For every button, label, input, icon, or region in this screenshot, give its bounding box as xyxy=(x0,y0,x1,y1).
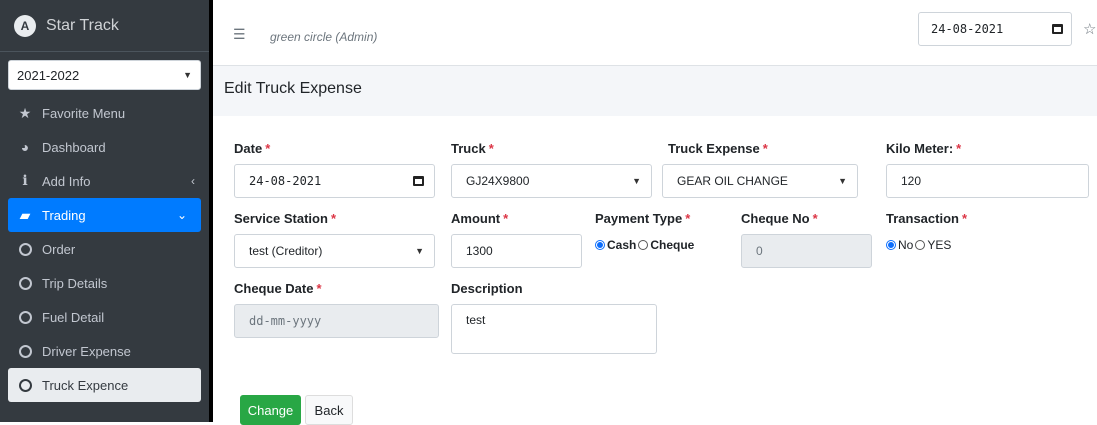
chevron-down-icon: ▼ xyxy=(632,176,641,186)
date-field[interactable]: 24-08-2021 xyxy=(234,164,435,198)
content-header: Edit Truck Expense xyxy=(213,66,1097,116)
sidebar: A Star Track 2021-2022 ▼ ★ Favorite Menu… xyxy=(0,0,213,422)
brand-title: Star Track xyxy=(46,16,119,34)
menu-icon[interactable]: ☰ xyxy=(233,26,246,43)
circle-icon xyxy=(16,310,34,324)
sidebar-item-dashboard[interactable]: ◕ Dashboard xyxy=(0,130,209,164)
financial-year-value: 2021-2022 xyxy=(17,67,80,83)
dashboard-icon: ◕ xyxy=(20,139,30,155)
back-button[interactable]: Back xyxy=(305,395,353,425)
chevron-down-icon: ▼ xyxy=(183,70,192,80)
truck-value: GJ24X9800 xyxy=(466,174,530,188)
cheque-date-placeholder: dd-mm-yyyy xyxy=(249,314,322,328)
truck-expense-value: GEAR OIL CHANGE xyxy=(677,174,788,188)
bookmark-star-icon[interactable]: ☆ xyxy=(1083,20,1096,38)
circle-icon xyxy=(16,344,34,358)
sidebar-item-label: Driver Expense xyxy=(42,343,131,359)
change-button[interactable]: Change xyxy=(240,395,301,425)
circle-icon xyxy=(16,378,34,392)
sidebar-item-label: Order xyxy=(42,241,76,257)
sidebar-item-label: Fuel Detail xyxy=(42,309,105,325)
payment-cheque-label: Cheque xyxy=(650,238,695,252)
briefcase-icon: ▰ xyxy=(19,206,31,223)
transaction-yes-radio[interactable] xyxy=(915,240,926,250)
financial-year-select[interactable]: 2021-2022 ▼ xyxy=(8,60,201,90)
date-value: 24-08-2021 xyxy=(249,174,322,188)
sidebar-item-label: Truck Expence xyxy=(42,377,129,393)
cheque-no-input[interactable]: 0 xyxy=(741,234,872,268)
payment-type-label: Payment Type * xyxy=(595,211,691,226)
top-date-input[interactable]: 24-08-2021 xyxy=(918,12,1072,46)
chevron-left-icon: ‹ xyxy=(191,174,195,188)
page-title: Edit Truck Expense xyxy=(224,80,362,97)
calendar-icon[interactable] xyxy=(1052,24,1063,34)
cheque-no-label: Cheque No * xyxy=(741,211,818,226)
sidebar-item-add-info[interactable]: i Add Info ‹ xyxy=(0,164,209,198)
cheque-date-input[interactable]: dd-mm-yyyy xyxy=(234,304,439,338)
truck-select[interactable]: GJ24X9800 ▼ xyxy=(451,164,652,198)
sidebar-item-fuel-detail[interactable]: Fuel Detail xyxy=(0,300,209,334)
info-icon: i xyxy=(22,173,28,189)
cheque-no-value: 0 xyxy=(756,244,763,258)
kilo-meter-value: 120 xyxy=(901,174,922,188)
amount-input[interactable]: 1300 xyxy=(451,234,582,268)
transaction-radio-group: No YES xyxy=(886,238,953,252)
brand-link[interactable]: A Star Track xyxy=(0,0,209,52)
payment-cheque-radio[interactable] xyxy=(638,240,649,250)
sidebar-item-label: Trip Details xyxy=(42,275,108,291)
truck-expense-select[interactable]: GEAR OIL CHANGE ▼ xyxy=(662,164,858,198)
payment-type-radio-group: Cash Cheque xyxy=(595,238,696,252)
date-label: Date * xyxy=(234,141,271,156)
sidebar-item-label: Add Info xyxy=(42,173,91,189)
truck-expense-label: Truck Expense * xyxy=(668,141,768,156)
user-label: green circle (Admin) xyxy=(270,30,378,44)
top-navbar: ☰ green circle (Admin) 24-08-2021 ☆ xyxy=(213,0,1097,66)
service-station-value: test (Creditor) xyxy=(249,244,323,258)
sidebar-item-order[interactable]: Order xyxy=(0,232,209,266)
sidebar-item-truck-expence[interactable]: Truck Expence xyxy=(8,368,201,402)
transaction-no-label: No xyxy=(898,238,914,252)
kilo-meter-input[interactable]: 120 xyxy=(886,164,1089,198)
service-station-label: Service Station * xyxy=(234,211,336,226)
brand-logo: A xyxy=(14,14,36,37)
description-label: Description xyxy=(451,281,523,296)
chevron-down-icon: ▼ xyxy=(838,176,847,186)
circle-icon xyxy=(16,242,34,256)
payment-cash-radio[interactable] xyxy=(595,240,605,250)
sidebar-nav: ★ Favorite Menu ◕ Dashboard i Add Info ‹… xyxy=(0,96,209,402)
kilo-meter-label: Kilo Meter: * xyxy=(886,141,962,156)
sidebar-item-label: Favorite Menu xyxy=(42,105,126,121)
description-value: test xyxy=(466,313,486,327)
truck-label: Truck * xyxy=(451,141,494,156)
service-station-select[interactable]: test (Creditor) ▼ xyxy=(234,234,435,268)
chevron-down-icon: ▼ xyxy=(415,246,424,256)
sidebar-item-favorite-menu[interactable]: ★ Favorite Menu xyxy=(0,96,209,130)
star-icon: ★ xyxy=(18,104,32,121)
chevron-down-icon: ⌄ xyxy=(176,208,187,222)
amount-label: Amount * xyxy=(451,211,509,226)
amount-value: 1300 xyxy=(466,244,493,258)
cheque-date-label: Cheque Date * xyxy=(234,281,322,296)
transaction-label: Transaction * xyxy=(886,211,968,226)
transaction-no-radio[interactable] xyxy=(886,240,896,250)
circle-icon xyxy=(16,276,34,290)
calendar-icon[interactable] xyxy=(413,176,424,186)
transaction-yes-label: YES xyxy=(927,238,952,252)
sidebar-item-driver-expense[interactable]: Driver Expense xyxy=(0,334,209,368)
truck-expense-form: Date * 24-08-2021 Truck * GJ24X9800 ▼ Truc… xyxy=(218,120,1097,425)
description-textarea[interactable]: test xyxy=(451,304,657,354)
sidebar-item-trip-details[interactable]: Trip Details xyxy=(0,266,209,300)
sidebar-item-label: Dashboard xyxy=(42,139,106,155)
sidebar-item-label: Trading xyxy=(42,207,86,223)
top-date-value: 24-08-2021 xyxy=(931,22,1004,36)
sidebar-item-trading[interactable]: ▰ Trading ⌄ xyxy=(8,198,201,232)
payment-cash-label: Cash xyxy=(607,238,637,252)
